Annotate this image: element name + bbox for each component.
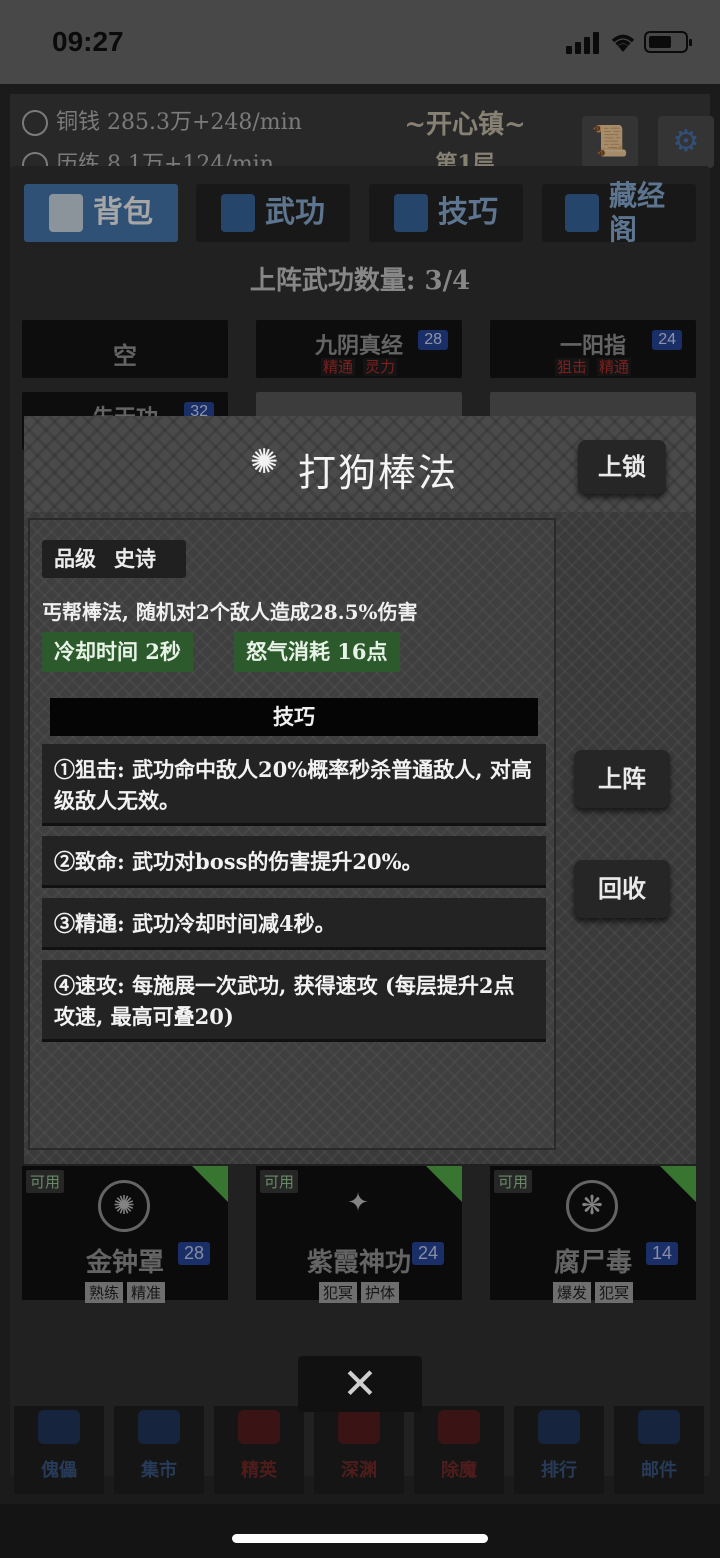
app-root: 09:27 铜钱 285.3万+248/min 历练 8.1万+124/min … <box>0 0 720 1558</box>
skill-info-box: 品级 史诗 丐帮棒法, 随机对2个敌人造成28.5%伤害 冷却时间 2秒 怒气消耗… <box>28 518 556 1150</box>
home-indicator[interactable] <box>232 1534 488 1543</box>
technique-row: ④速攻: 每施展一次武功, 获得速攻 (每层提升2点攻速, 最高可叠20) <box>42 960 546 1042</box>
grade-badge: 品级 史诗 <box>42 540 186 578</box>
skill-detail-modal: ✺ 打狗棒法 上锁 品级 史诗 丐帮棒法, 随机对2个敌人造成28.5%伤害 冷却… <box>24 416 696 1164</box>
cooldown-badge: 冷却时间 2秒 <box>42 632 193 672</box>
technique-row: ②致命: 武功对boss的伤害提升20%。 <box>42 836 546 888</box>
technique-row: ①狙击: 武功命中敌人20%概率秒杀普通敌人, 对高级敌人无效。 <box>42 744 546 826</box>
modal-header: ✺ 打狗棒法 上锁 <box>24 416 696 512</box>
techniques-header: 技巧 <box>50 698 538 736</box>
technique-row: ③精通: 武功冷却时间减4秒。 <box>42 898 546 950</box>
lock-button[interactable]: 上锁 <box>578 440 666 494</box>
recycle-button[interactable]: 回收 <box>574 860 670 918</box>
skill-description: 丐帮棒法, 随机对2个敌人造成28.5%伤害 <box>42 600 418 624</box>
close-button[interactable]: ✕ <box>298 1356 422 1412</box>
skill-title: 打狗棒法 <box>298 451 459 495</box>
swirl-icon: ✺ <box>250 442 279 482</box>
rage-cost-badge: 怒气消耗 16点 <box>234 632 400 672</box>
deploy-button[interactable]: 上阵 <box>574 750 670 808</box>
